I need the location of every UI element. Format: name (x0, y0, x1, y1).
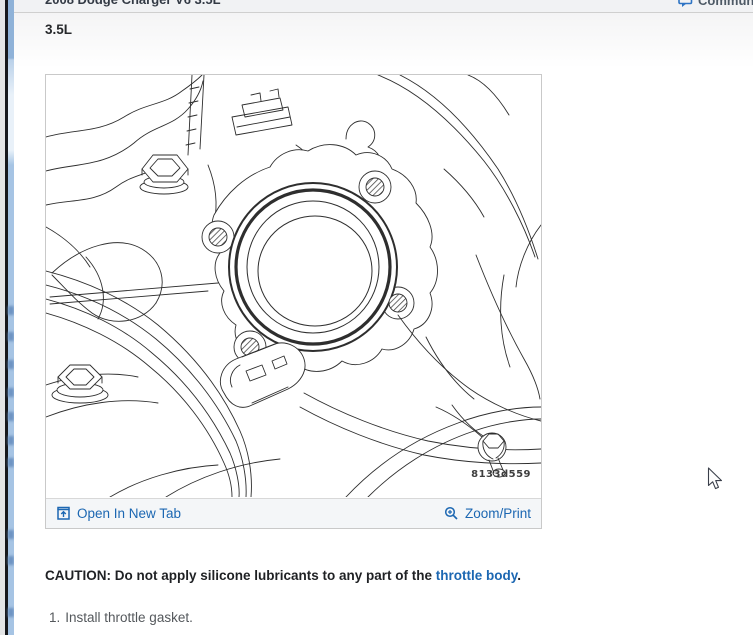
open-in-new-tab-icon (56, 506, 71, 521)
figure-toolbar: Open In New Tab Zoom/Print (46, 498, 541, 528)
open-in-new-tab-link[interactable]: Open In New Tab (56, 506, 181, 521)
throttle-body-link[interactable]: throttle body (436, 568, 518, 583)
caution-bold-text: CAUTION: Do not apply silicone lubricant… (45, 568, 436, 583)
zoom-print-label: Zoom/Print (464, 506, 531, 521)
engine-size-heading: 3.5L (45, 22, 73, 37)
figure-code: 8133d559 (471, 469, 531, 480)
zoom-print-link[interactable]: Zoom/Print (444, 506, 531, 521)
caution-period: . (517, 568, 522, 583)
step-text: Install throttle gasket. (65, 610, 193, 625)
zoom-icon (444, 506, 459, 521)
throttle-body-diagram: 8133d559 (46, 75, 541, 497)
vehicle-title: 2008 Dodge Charger V6 3.5L (45, 0, 221, 7)
step-number: 1. (49, 610, 61, 625)
community-label: Community (698, 0, 753, 8)
article-content: 3.5L 8133d559 Open In New Tab Zoom/Print… (14, 13, 753, 635)
figure-panel: 8133d559 Open In New Tab Zoom/Print (45, 74, 542, 529)
open-in-new-tab-label: Open In New Tab (77, 506, 182, 521)
step-item: 1. Install throttle gasket. (49, 610, 193, 625)
page-header: 2008 Dodge Charger V6 3.5L Community (14, 0, 753, 13)
community-button[interactable]: Community (678, 0, 753, 8)
comment-icon (678, 0, 693, 8)
caution-text: CAUTION: Do not apply silicone lubricant… (45, 568, 735, 583)
left-edge-strip (0, 0, 14, 635)
